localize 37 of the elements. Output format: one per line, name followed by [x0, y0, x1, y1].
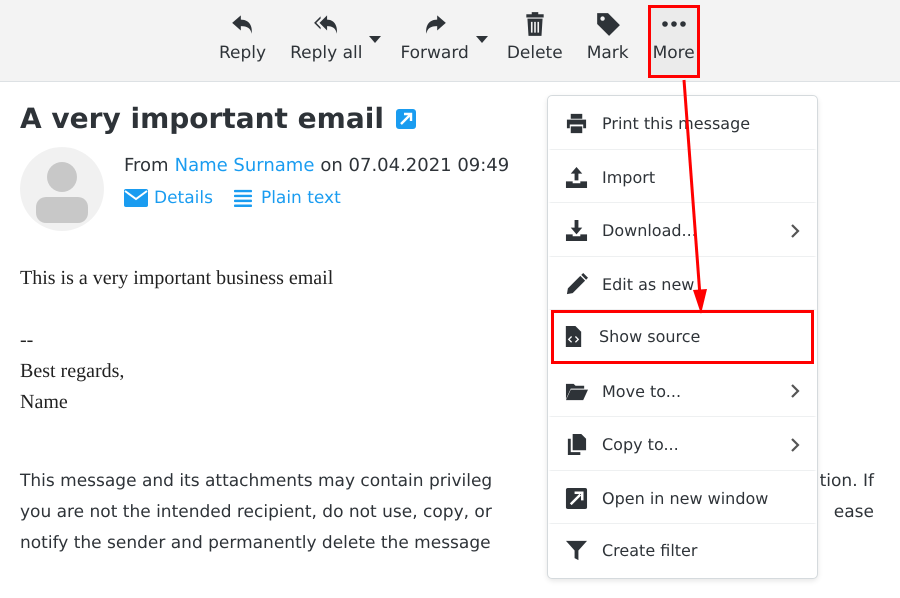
- copy-icon: [565, 433, 588, 456]
- download-icon: [565, 219, 588, 242]
- body-text: --: [20, 329, 34, 351]
- disclaimer-text: you are not the intended recipient, do not use, copy, or: [20, 501, 492, 524]
- menu-item[interactable]: Show source: [551, 310, 814, 364]
- toolbar-button[interactable]: Mark: [582, 5, 634, 78]
- body-text: This is a very important business email: [20, 267, 334, 289]
- tag-icon: [594, 11, 621, 37]
- disclaimer-text: ease: [834, 501, 874, 524]
- external-link-icon[interactable]: [396, 108, 416, 128]
- upload-icon: [565, 166, 588, 189]
- from-label: From: [124, 155, 169, 176]
- body-text: Best regards,: [20, 360, 124, 382]
- more-icon: [662, 21, 686, 27]
- menu-item[interactable]: Move to...: [548, 364, 817, 417]
- filter-icon: [565, 539, 588, 562]
- caret-icon[interactable]: [476, 36, 488, 44]
- toolbar-button[interactable]: Reply: [214, 5, 272, 78]
- external-link-icon: [565, 486, 588, 510]
- email-subject: A very important email: [20, 102, 384, 135]
- toolbar-button[interactable]: Forward: [395, 5, 474, 78]
- caret-icon[interactable]: [369, 36, 382, 44]
- menu-item[interactable]: Import: [548, 150, 817, 203]
- disclaimer-text: tion. If: [820, 470, 874, 493]
- pencil-icon: [565, 272, 588, 296]
- toolbar-button[interactable]: More: [648, 5, 700, 78]
- toolbar-button[interactable]: Reply all: [285, 5, 368, 78]
- toolbar-button[interactable]: Delete: [502, 5, 568, 78]
- printer-icon: [565, 112, 588, 136]
- body-text: Name: [20, 391, 68, 413]
- message-date: on 07.04.2021 09:49: [320, 155, 510, 176]
- disclaimer-text: notify the sender and permanently delete the message: [20, 532, 491, 555]
- menu-item[interactable]: Copy to...: [548, 417, 817, 470]
- envelope-icon: [124, 189, 148, 207]
- disclaimer-text: This message and its attachments may contain privileg: [20, 470, 492, 493]
- menu-item[interactable]: Open in new window: [548, 470, 817, 524]
- menu-item[interactable]: Create filter: [548, 524, 817, 578]
